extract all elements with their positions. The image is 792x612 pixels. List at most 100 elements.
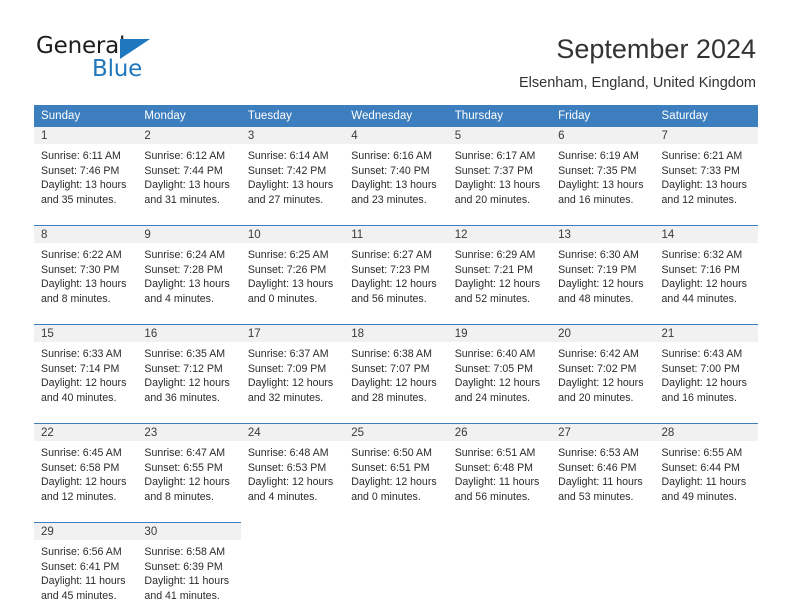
daylight-text-line1: Daylight: 13 hours (144, 278, 230, 290)
calendar-day-cell[interactable]: 30 Sunrise: 6:58 AM Sunset: 6:39 PM Dayligh… (137, 522, 241, 612)
daylight-text-line1: Daylight: 11 hours (41, 575, 126, 587)
calendar-day-cell[interactable]: 13 Sunrise: 6:30 AM Sunset: 7:19 PM Dayligh… (551, 225, 655, 315)
calendar-day-cell[interactable]: 26 Sunrise: 6:51 AM Sunset: 6:48 PM Dayligh… (447, 423, 552, 513)
week-spacer (34, 513, 758, 523)
day-number: 12 (447, 226, 552, 243)
sunrise-text: Sunrise: 6:19 AM (558, 150, 639, 162)
sunset-text: Sunset: 7:14 PM (41, 362, 120, 375)
calendar-day-cell[interactable]: 12 Sunrise: 6:29 AM Sunset: 7:21 PM Dayligh… (447, 225, 552, 315)
day-details: Sunrise: 6:43 AM Sunset: 7:00 PM Daylight:… (655, 342, 758, 405)
sunrise-text: Sunrise: 6:24 AM (144, 249, 226, 261)
day-details: Sunrise: 6:53 AM Sunset: 6:46 PM Daylight:… (551, 441, 654, 504)
calendar-day-cell[interactable]: 17 Sunrise: 6:37 AM Sunset: 7:09 PM Dayligh… (240, 324, 345, 414)
calendar-day-cell[interactable]: 24 Sunrise: 6:48 AM Sunset: 6:53 PM Dayligh… (240, 423, 345, 513)
calendar-day-cell[interactable]: 14 Sunrise: 6:32 AM Sunset: 7:16 PM Dayligh… (654, 225, 758, 315)
calendar-day-cell[interactable]: 18 Sunrise: 6:38 AM Sunset: 7:07 PM Dayligh… (344, 324, 448, 414)
sunset-text: Sunset: 7:37 PM (454, 164, 534, 177)
day-number: 8 (34, 226, 138, 243)
day-number: 22 (34, 424, 138, 441)
calendar-day-cell[interactable]: 5 Sunrise: 6:17 AM Sunset: 7:37 PM Daylight… (447, 126, 552, 216)
calendar-body: 1 Sunrise: 6:11 AM Sunset: 7:46 PM Daylight… (34, 126, 758, 612)
daylight-text-line2: and 12 minutes. (41, 490, 117, 503)
sunrise-text: Sunrise: 6:32 AM (661, 249, 743, 261)
daylight-text-line2: and 0 minutes. (247, 292, 318, 305)
sunrise-text: Sunrise: 6:29 AM (454, 249, 536, 261)
calendar-day-cell[interactable]: 25 Sunrise: 6:50 AM Sunset: 6:51 PM Dayligh… (344, 423, 448, 513)
day-number: 16 (137, 325, 241, 342)
daylight-text-line1: Daylight: 11 hours (144, 575, 230, 587)
sunset-text: Sunset: 7:44 PM (144, 164, 223, 177)
day-number: 29 (34, 523, 138, 540)
sunset-text: Sunset: 6:39 PM (144, 560, 223, 573)
daylight-text-line1: Daylight: 13 hours (144, 179, 230, 191)
sunrise-text: Sunrise: 6:42 AM (558, 348, 639, 360)
calendar-day-cell[interactable]: 7 Sunrise: 6:21 AM Sunset: 7:33 PM Daylight… (654, 126, 758, 216)
daylight-text-line2: and 16 minutes. (661, 391, 737, 404)
day-number: 28 (654, 424, 758, 441)
day-details: Sunrise: 6:27 AM Sunset: 7:23 PM Daylight:… (344, 243, 447, 306)
sunset-text: Sunset: 7:28 PM (144, 263, 223, 276)
day-number: 3 (240, 127, 345, 144)
daylight-text-line1: Daylight: 11 hours (661, 476, 747, 488)
sunrise-text: Sunrise: 6:35 AM (144, 348, 226, 360)
day-details: Sunrise: 6:37 AM Sunset: 7:09 PM Daylight:… (241, 342, 344, 405)
daylight-text-line1: Daylight: 13 hours (247, 179, 334, 191)
day-details: Sunrise: 6:55 AM Sunset: 6:44 PM Daylight:… (655, 441, 758, 504)
daylight-text-line2: and 20 minutes. (454, 193, 531, 206)
calendar-day-cell[interactable]: 20 Sunrise: 6:42 AM Sunset: 7:02 PM Dayligh… (551, 324, 655, 414)
calendar-day-cell[interactable]: 4 Sunrise: 6:16 AM Sunset: 7:40 PM Daylight… (344, 126, 448, 216)
calendar-day-cell[interactable]: 10 Sunrise: 6:25 AM Sunset: 7:26 PM Dayligh… (240, 225, 345, 315)
sunrise-text: Sunrise: 6:22 AM (41, 249, 122, 261)
calendar-day-cell[interactable]: 21 Sunrise: 6:43 AM Sunset: 7:00 PM Dayligh… (654, 324, 758, 414)
calendar-day-cell[interactable]: 28 Sunrise: 6:55 AM Sunset: 6:44 PM Dayligh… (654, 423, 758, 513)
daylight-text-line1: Daylight: 13 hours (247, 278, 334, 290)
sunrise-text: Sunrise: 6:58 AM (144, 546, 226, 558)
daylight-text-line2: and 12 minutes. (661, 193, 737, 206)
calendar-week-row: 29 Sunrise: 6:56 AM Sunset: 6:41 PM Dayligh… (34, 522, 758, 612)
calendar-week-row: 22 Sunrise: 6:45 AM Sunset: 6:58 PM Dayligh… (34, 423, 758, 513)
daylight-text-line2: and 36 minutes. (144, 391, 220, 404)
calendar-day-cell[interactable]: 3 Sunrise: 6:14 AM Sunset: 7:42 PM Daylight… (240, 126, 345, 216)
daylight-text-line2: and 8 minutes. (41, 292, 111, 305)
daylight-text-line2: and 49 minutes. (661, 490, 737, 503)
sunrise-text: Sunrise: 6:45 AM (41, 447, 122, 459)
calendar-day-cell[interactable]: 8 Sunrise: 6:22 AM Sunset: 7:30 PM Daylight… (34, 225, 138, 315)
day-details: Sunrise: 6:30 AM Sunset: 7:19 PM Daylight:… (551, 243, 654, 306)
daylight-text-line1: Daylight: 12 hours (558, 377, 644, 389)
daylight-text-line2: and 48 minutes. (558, 292, 634, 305)
weekday-header-sunday: Sunday (34, 105, 138, 127)
calendar-day-cell[interactable]: 2 Sunrise: 6:12 AM Sunset: 7:44 PM Daylight… (137, 126, 241, 216)
calendar-week-row: 1 Sunrise: 6:11 AM Sunset: 7:46 PM Daylight… (34, 126, 758, 216)
day-number: 14 (654, 226, 758, 243)
day-details: Sunrise: 6:56 AM Sunset: 6:41 PM Daylight:… (34, 540, 137, 603)
calendar-day-cell[interactable]: 19 Sunrise: 6:40 AM Sunset: 7:05 PM Dayligh… (447, 324, 552, 414)
day-details: Sunrise: 6:29 AM Sunset: 7:21 PM Daylight:… (448, 243, 551, 306)
sunrise-text: Sunrise: 6:12 AM (144, 150, 226, 162)
calendar-day-cell[interactable]: 9 Sunrise: 6:24 AM Sunset: 7:28 PM Daylight… (137, 225, 241, 315)
daylight-text-line2: and 4 minutes. (247, 490, 318, 503)
day-details: Sunrise: 6:58 AM Sunset: 6:39 PM Daylight:… (137, 540, 240, 603)
sunset-text: Sunset: 7:07 PM (351, 362, 430, 375)
general-blue-logo[interactable]: General Blue (36, 33, 256, 87)
calendar-day-cell[interactable]: 1 Sunrise: 6:11 AM Sunset: 7:46 PM Daylight… (34, 126, 138, 216)
calendar-day-cell[interactable]: 16 Sunrise: 6:35 AM Sunset: 7:12 PM Dayligh… (137, 324, 241, 414)
week-spacer-cell (34, 216, 758, 226)
day-number: 9 (137, 226, 241, 243)
calendar-day-cell[interactable]: 29 Sunrise: 6:56 AM Sunset: 6:41 PM Dayligh… (34, 522, 138, 612)
daylight-text-line1: Daylight: 11 hours (454, 476, 540, 488)
calendar-day-cell[interactable]: 23 Sunrise: 6:47 AM Sunset: 6:55 PM Dayligh… (137, 423, 241, 513)
calendar-day-cell[interactable]: 6 Sunrise: 6:19 AM Sunset: 7:35 PM Daylight… (551, 126, 655, 216)
calendar-day-cell[interactable]: 15 Sunrise: 6:33 AM Sunset: 7:14 PM Dayligh… (34, 324, 138, 414)
day-number: 10 (240, 226, 345, 243)
daylight-text-line2: and 32 minutes. (247, 391, 324, 404)
sunrise-text: Sunrise: 6:56 AM (41, 546, 122, 558)
daylight-text-line1: Daylight: 12 hours (558, 278, 644, 290)
sunset-text: Sunset: 7:19 PM (558, 263, 637, 276)
day-details: Sunrise: 6:35 AM Sunset: 7:12 PM Daylight:… (137, 342, 240, 405)
calendar-day-cell[interactable]: 22 Sunrise: 6:45 AM Sunset: 6:58 PM Dayligh… (34, 423, 138, 513)
calendar-day-cell[interactable]: 27 Sunrise: 6:53 AM Sunset: 6:46 PM Dayligh… (551, 423, 655, 513)
sunrise-text: Sunrise: 6:51 AM (454, 447, 536, 459)
calendar-day-cell[interactable]: 11 Sunrise: 6:27 AM Sunset: 7:23 PM Dayligh… (344, 225, 448, 315)
day-number: 7 (654, 127, 758, 144)
day-number: 30 (137, 523, 241, 540)
